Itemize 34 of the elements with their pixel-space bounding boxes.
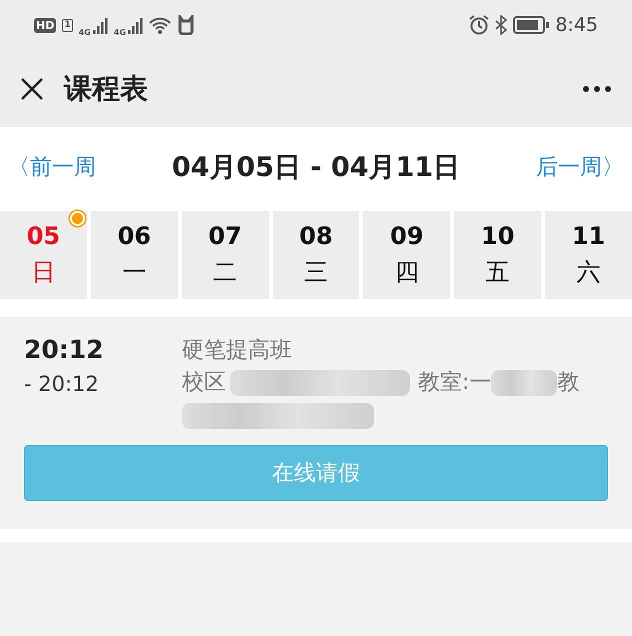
day-tab[interactable]: 10 五 bbox=[454, 211, 542, 299]
day-tab[interactable]: 08 三 bbox=[272, 211, 360, 299]
blurred-text bbox=[491, 370, 558, 396]
battery-icon bbox=[513, 16, 550, 34]
page-title: 课程表 bbox=[64, 70, 149, 106]
close-icon bbox=[20, 76, 44, 100]
bluetooth-icon bbox=[495, 15, 508, 35]
signal-icon bbox=[92, 16, 108, 34]
day-tab[interactable]: 07 二 bbox=[182, 211, 269, 299]
network-label: 4G bbox=[114, 28, 126, 36]
hd-icon: HD bbox=[34, 18, 56, 32]
next-week-link[interactable]: 后一周〉 bbox=[536, 152, 624, 182]
start-time: 20:12 bbox=[24, 335, 105, 364]
day-tab[interactable]: 11 六 bbox=[545, 211, 632, 299]
day-tab[interactable]: 06 一 bbox=[90, 211, 178, 299]
alarm-icon bbox=[469, 15, 490, 35]
sim-icon: 1 bbox=[62, 18, 73, 32]
classroom-label: 教室:一 bbox=[418, 369, 492, 397]
signal-icon bbox=[128, 16, 143, 34]
classroom-text: 教 bbox=[557, 369, 580, 397]
cat-icon bbox=[176, 15, 195, 35]
wifi-icon bbox=[148, 16, 171, 34]
course-name: 硬笔提高班 bbox=[182, 337, 293, 365]
network-label: 4G bbox=[78, 28, 91, 36]
day-tab[interactable]: 09 四 bbox=[363, 211, 450, 299]
week-range: 04月05日 - 04月11日 bbox=[172, 151, 460, 185]
more-button[interactable] bbox=[582, 84, 612, 92]
campus-label: 校区 bbox=[182, 369, 226, 397]
close-button[interactable] bbox=[20, 76, 44, 100]
previous-week-link[interactable]: 〈前一周 bbox=[8, 152, 96, 182]
more-icon bbox=[582, 84, 612, 92]
end-time: - 20:12 bbox=[24, 372, 100, 396]
day-tab[interactable]: 05 日 bbox=[0, 211, 87, 299]
clock-time: 8:45 bbox=[555, 14, 598, 36]
